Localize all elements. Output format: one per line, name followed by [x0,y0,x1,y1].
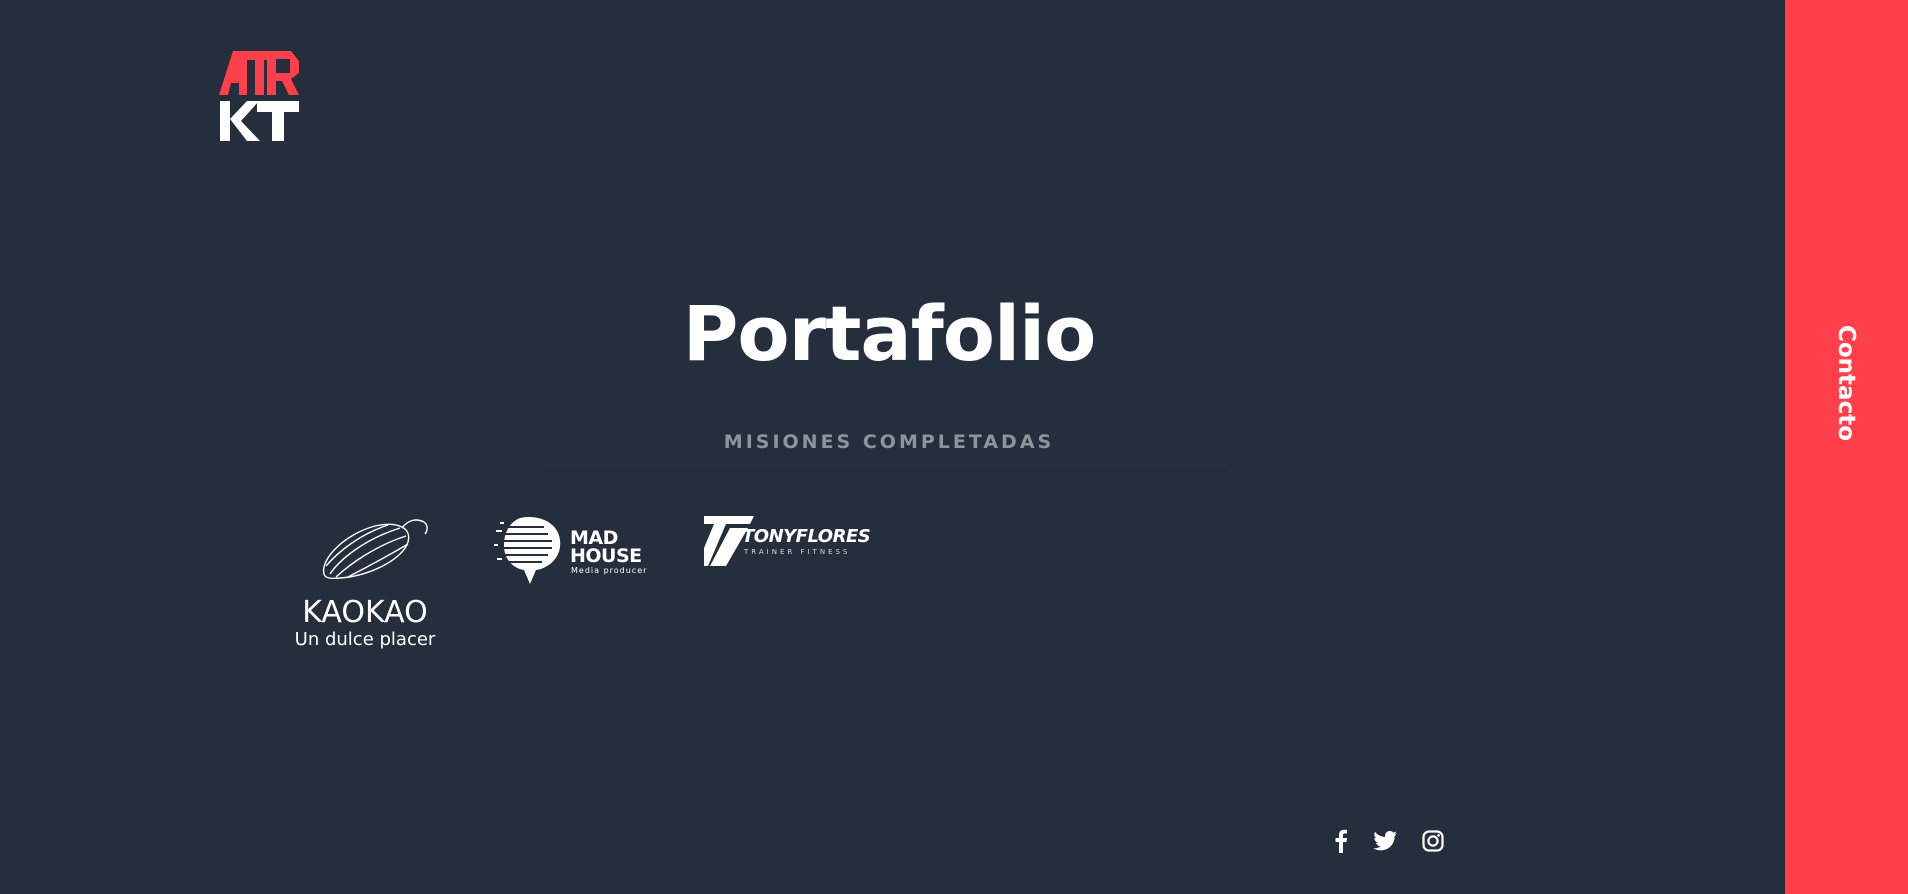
client-tagline: Un dulce placer [294,629,436,650]
contact-sidebar-button[interactable]: Contacto [1785,0,1908,894]
page-title: Portafolio [682,289,1097,378]
twitter-link[interactable] [1372,828,1398,854]
client-logo-madhouse: MAD HOUSE Media producer [494,514,654,584]
facebook-link[interactable] [1328,828,1354,854]
page: Portafolio MISIONES COMPLETADAS KAOKAO U… [0,0,1908,894]
client-tagline: Media producer [571,566,648,575]
client-logo-kaokao: KAOKAO Un dulce placer [290,514,440,654]
divider [545,470,1227,471]
client-name: MAD HOUSE [570,527,642,567]
cacao-pod-icon [322,519,428,580]
contact-label: Contacto [1833,325,1859,441]
client-name: KAOKAO [302,595,428,630]
client-tagline: TRAINER FITNESS [744,548,851,556]
page-subtitle: MISIONES COMPLETADAS [723,431,1055,453]
instagram-link[interactable] [1420,828,1446,854]
instagram-icon [1422,830,1444,852]
speech-bubble-icon [494,516,561,584]
client-logo-tonyflores: TONYFLORES TRAINER FITNESS [704,516,874,570]
facebook-icon [1335,829,1347,853]
brand-logo-icon[interactable] [219,51,299,141]
twitter-icon [1373,831,1397,851]
client-name: TONYFLORES [742,526,871,547]
